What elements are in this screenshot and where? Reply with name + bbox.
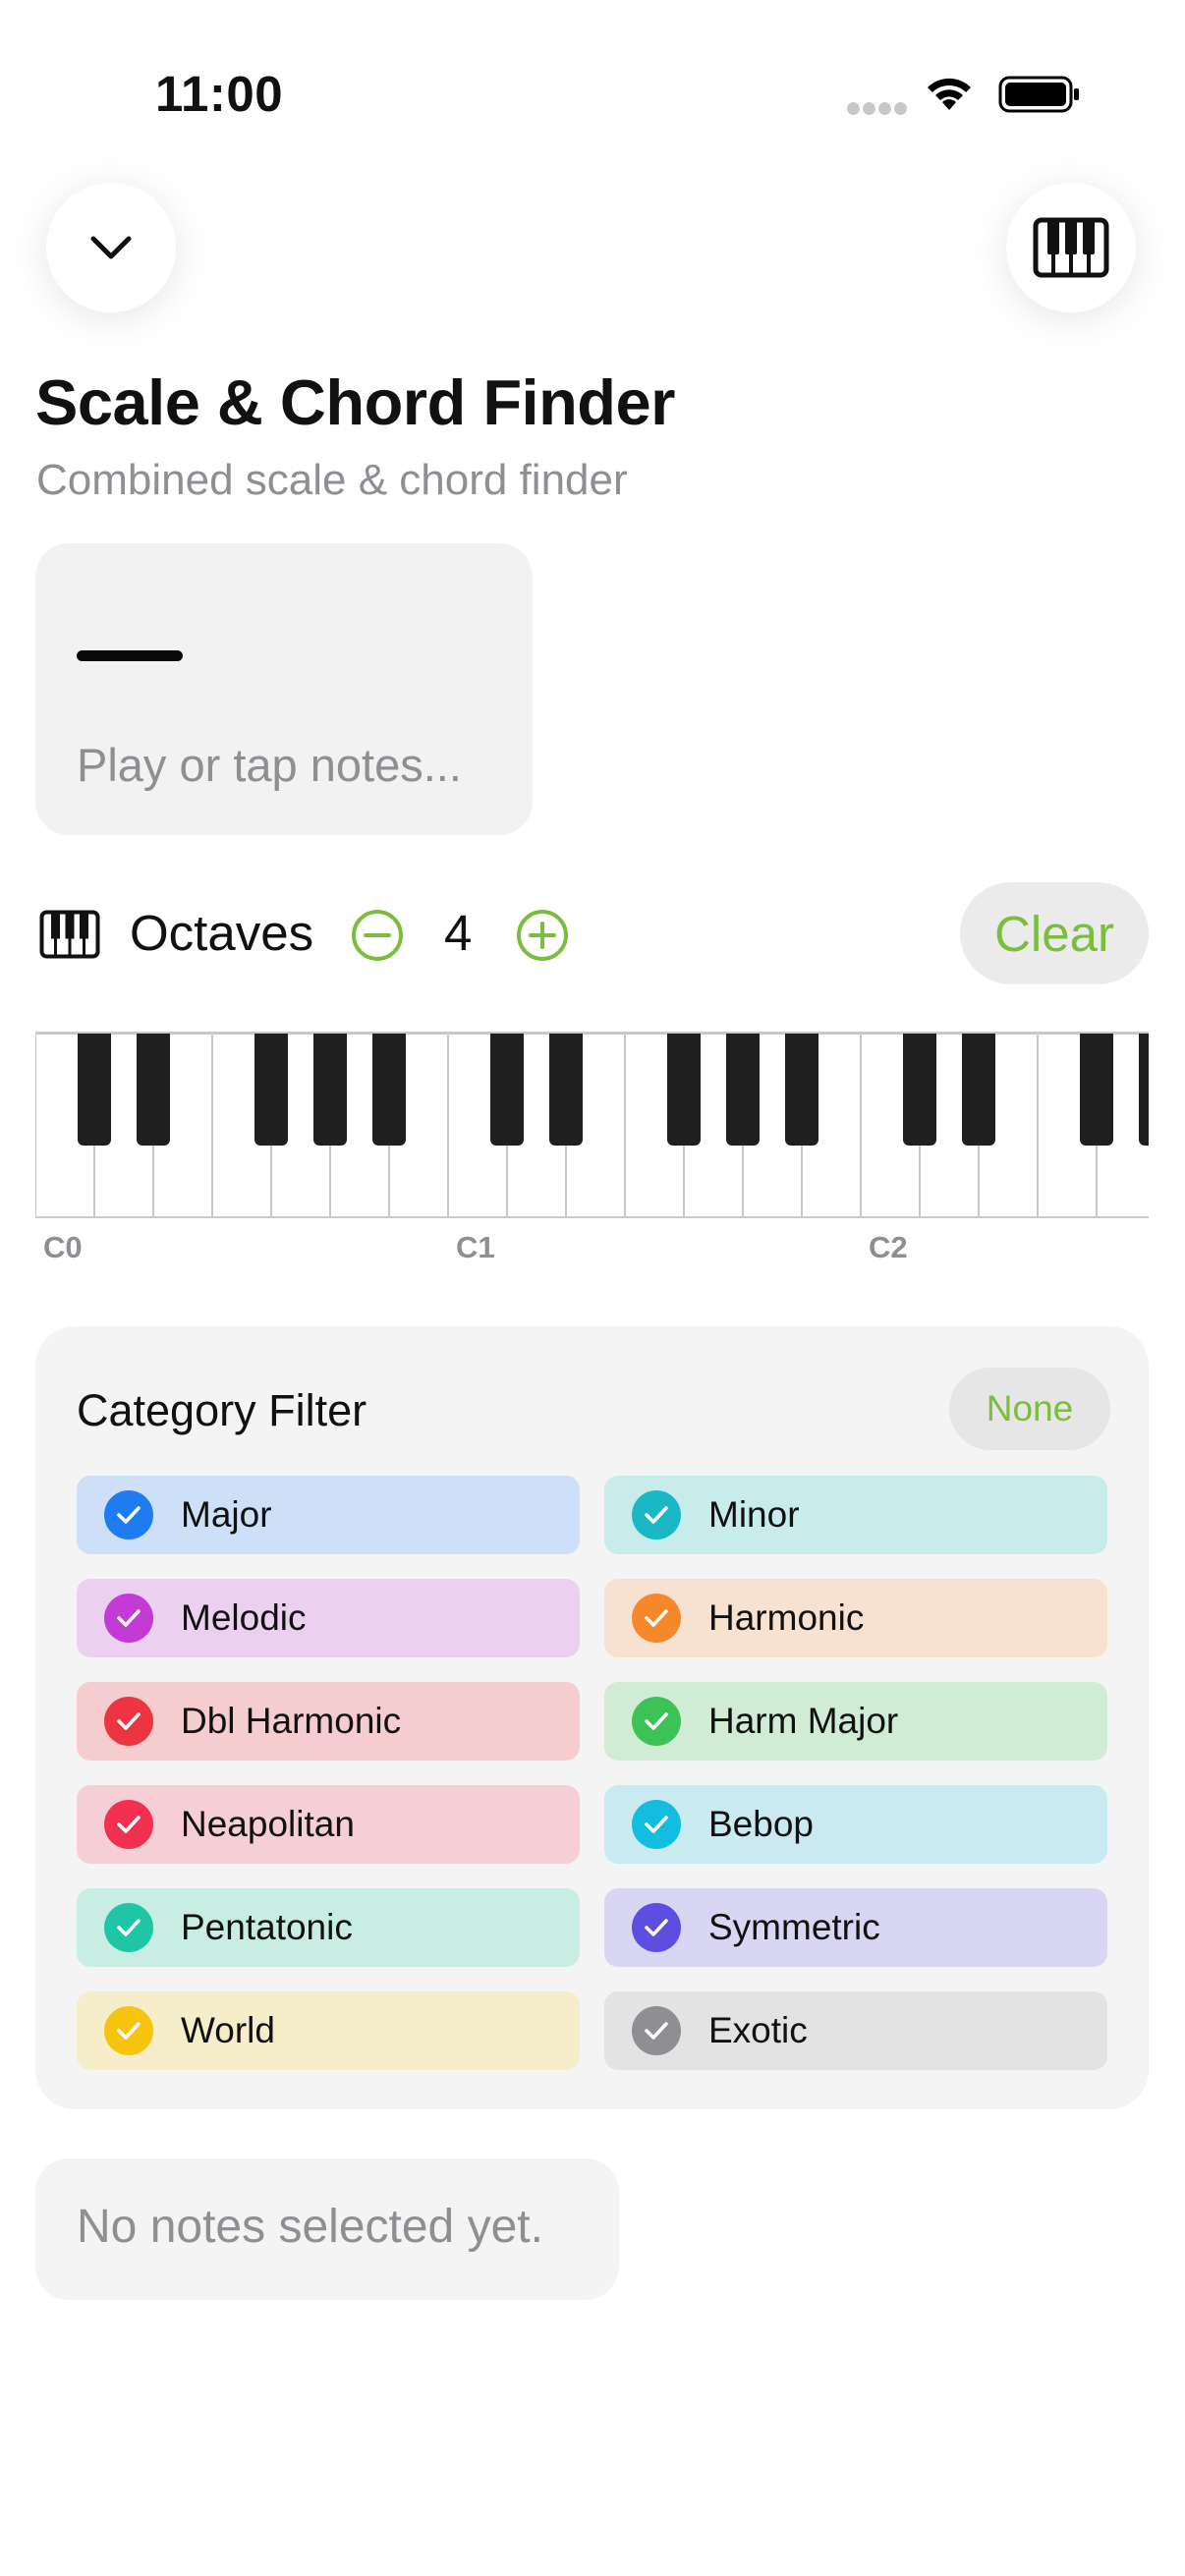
black-key[interactable]	[667, 1034, 701, 1146]
category-chip-label: Harm Major	[708, 1701, 899, 1741]
checkmark-icon	[632, 1903, 681, 1952]
category-chip[interactable]: Harmonic	[604, 1579, 1107, 1657]
black-key[interactable]	[372, 1034, 406, 1146]
checkmark-icon	[104, 2006, 153, 2055]
category-chip[interactable]: Minor	[604, 1476, 1107, 1554]
wifi-icon	[928, 78, 971, 110]
decrease-octaves-button[interactable]	[350, 908, 405, 963]
page-subtitle: Combined scale & chord finder	[36, 456, 628, 504]
octave-label-c2: C2	[869, 1230, 908, 1264]
octaves-label: Octaves	[130, 905, 314, 961]
category-chip[interactable]: Pentatonic	[77, 1888, 580, 1967]
piano-keyboard-keys[interactable]	[35, 1034, 1149, 1218]
black-key[interactable]	[903, 1034, 936, 1146]
black-key[interactable]	[254, 1034, 288, 1146]
octave-label-c1: C1	[456, 1230, 495, 1264]
piano-keys-icon	[39, 910, 100, 959]
category-filter-panel: Category Filter None Major Minor Melodic Ha…	[35, 1326, 1149, 2109]
empty-notes-dash	[77, 650, 183, 661]
checkmark-icon	[632, 1594, 681, 1643]
category-chip[interactable]: Melodic	[77, 1579, 580, 1657]
black-key[interactable]	[785, 1034, 818, 1146]
black-key[interactable]	[726, 1034, 760, 1146]
category-chip-label: Harmonic	[708, 1597, 865, 1638]
category-filter-title: Category Filter	[77, 1385, 367, 1435]
results-empty-state: No notes selected yet.	[35, 2158, 619, 2300]
checkmark-icon	[632, 1697, 681, 1746]
black-key[interactable]	[962, 1034, 995, 1146]
checkmark-icon	[632, 1490, 681, 1540]
checkmark-icon	[104, 1490, 153, 1540]
black-key[interactable]	[313, 1034, 347, 1146]
page-title: Scale & Chord Finder	[35, 366, 675, 438]
category-chip[interactable]: Dbl Harmonic	[77, 1682, 580, 1761]
empty-results-text: No notes selected yet.	[77, 2201, 543, 2253]
piano-keyboard[interactable]	[35, 1032, 1149, 1218]
category-chip-label: Major	[181, 1494, 272, 1535]
checkmark-icon	[632, 2006, 681, 2055]
battery-icon	[998, 76, 1079, 113]
category-chip-label: Dbl Harmonic	[181, 1701, 402, 1741]
notes-display[interactable]: Play or tap notes...	[35, 543, 533, 835]
category-chip[interactable]: Symmetric	[604, 1888, 1107, 1967]
category-chip[interactable]: Bebop	[604, 1785, 1107, 1864]
black-key[interactable]	[1139, 1034, 1149, 1146]
black-key[interactable]	[1080, 1034, 1113, 1146]
category-chip[interactable]: Exotic	[604, 1991, 1107, 2070]
checkmark-icon	[104, 1594, 153, 1643]
black-key[interactable]	[78, 1034, 111, 1146]
piano-keys-icon	[1033, 217, 1109, 278]
clear-button[interactable]: Clear	[960, 882, 1149, 984]
category-chip-label: Melodic	[181, 1597, 307, 1638]
notes-placeholder: Play or tap notes...	[77, 739, 462, 791]
category-chip[interactable]: Neapolitan	[77, 1785, 580, 1864]
dismiss-button[interactable]	[46, 183, 176, 312]
category-chip[interactable]: Major	[77, 1476, 580, 1554]
checkmark-icon	[104, 1697, 153, 1746]
select-none-button[interactable]: None	[949, 1368, 1110, 1450]
category-chip-label: Exotic	[708, 2010, 808, 2050]
checkmark-icon	[632, 1800, 681, 1849]
category-chip-label: Symmetric	[708, 1907, 880, 1947]
category-chip[interactable]: World	[77, 1991, 580, 2070]
black-key[interactable]	[549, 1034, 583, 1146]
status-time: 11:00	[155, 66, 284, 122]
category-chip-label: Neapolitan	[181, 1804, 355, 1844]
keyboard-mode-button[interactable]	[1006, 183, 1136, 312]
category-chip-label: Bebop	[708, 1804, 814, 1844]
cellular-signal-icon	[847, 102, 908, 116]
checkmark-icon	[104, 1800, 153, 1849]
octave-label-c0: C0	[43, 1230, 83, 1264]
checkmark-icon	[104, 1903, 153, 1952]
increase-octaves-button[interactable]	[515, 908, 570, 963]
black-key[interactable]	[490, 1034, 524, 1146]
category-chip-label: Minor	[708, 1494, 800, 1535]
category-chip-label: Pentatonic	[181, 1907, 353, 1947]
chevron-down-icon	[90, 236, 132, 259]
category-chip[interactable]: Harm Major	[604, 1682, 1107, 1761]
black-key[interactable]	[137, 1034, 170, 1146]
category-chip-label: World	[181, 2010, 275, 2050]
octaves-value: 4	[444, 905, 473, 961]
